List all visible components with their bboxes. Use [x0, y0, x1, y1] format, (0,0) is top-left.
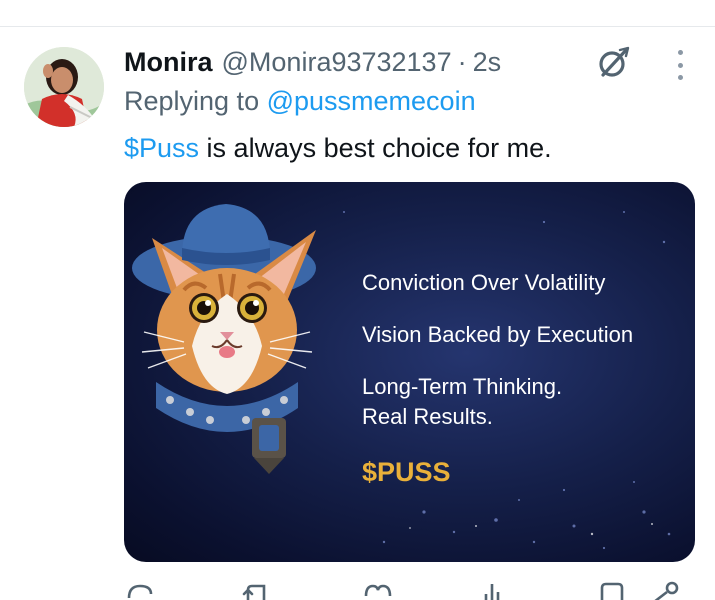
media-text-block: Conviction Over Volatility Vision Backed…: [362, 268, 682, 432]
separator-dot: ·: [457, 46, 467, 77]
media-line-3a: Long-Term Thinking.: [362, 374, 563, 399]
tweet-screen: Monira @Monira93732137 · 2s Replying to …: [0, 0, 715, 600]
divider: [0, 26, 715, 27]
bookmark-icon[interactable]: [596, 580, 628, 600]
share-icon[interactable]: [648, 580, 682, 600]
cashtag-link[interactable]: $Puss: [124, 133, 199, 163]
user-handle[interactable]: @Monira93732137: [222, 47, 452, 78]
display-name[interactable]: Monira: [124, 47, 213, 78]
replying-prefix: Replying to: [124, 86, 267, 116]
views-icon[interactable]: [476, 580, 508, 600]
more-dot: [677, 75, 683, 80]
tweet-header: Monira @Monira93732137 · 2s: [124, 42, 501, 82]
reply-mention-link[interactable]: @pussmemecoin: [267, 86, 476, 116]
retweet-icon[interactable]: [240, 580, 272, 600]
tweet-text: $Puss is always best choice for me.: [124, 133, 552, 164]
timestamp[interactable]: 2s: [473, 47, 502, 78]
more-icon[interactable]: [670, 50, 690, 80]
more-dot: [677, 62, 683, 68]
media-line-1: Conviction Over Volatility: [362, 270, 606, 295]
reply-icon[interactable]: [124, 580, 156, 600]
action-bar: [0, 580, 715, 600]
grok-icon[interactable]: [594, 44, 632, 82]
like-icon[interactable]: [362, 580, 394, 600]
media-line-2: Vision Backed by Execution: [362, 322, 634, 347]
replying-to: Replying to @pussmemecoin: [124, 86, 476, 117]
tweet-text-body: is always best choice for me.: [199, 133, 552, 163]
media-brand-label: $PUSS: [362, 457, 451, 487]
media-image[interactable]: Conviction Over Volatility Vision Backed…: [124, 182, 695, 562]
more-dot: [677, 50, 683, 55]
media-line-3b: Real Results.: [362, 404, 493, 429]
avatar[interactable]: [24, 47, 104, 127]
